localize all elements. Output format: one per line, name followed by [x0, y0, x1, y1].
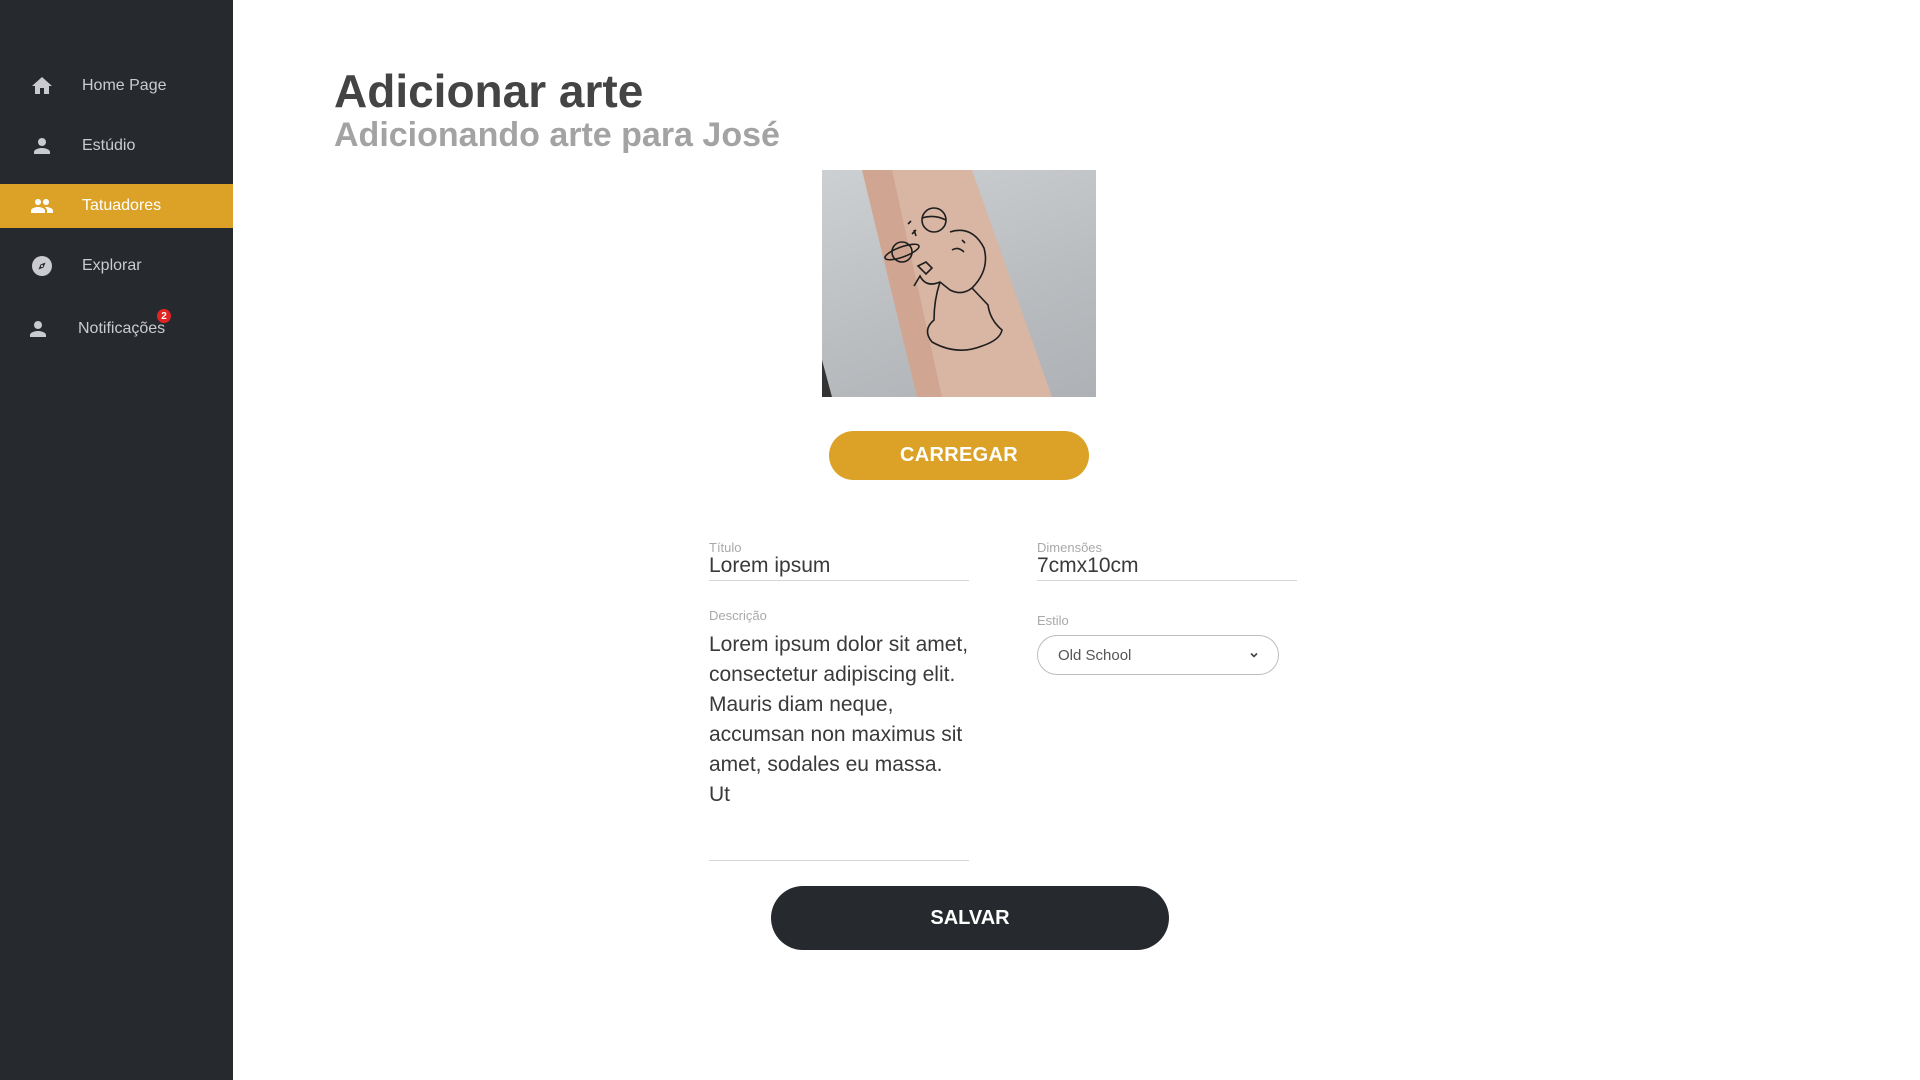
chevron-down-icon [1248, 648, 1260, 660]
titulo-input[interactable] [709, 552, 969, 581]
page-subtitle: Adicionando arte para José [334, 116, 780, 154]
person-icon [26, 317, 50, 341]
sidebar-item-home-page[interactable]: Home Page [0, 64, 233, 108]
compass-icon [30, 254, 54, 278]
dimensoes-input[interactable] [1037, 552, 1297, 581]
descricao-textarea[interactable]: Lorem ipsum dolor sit amet, consectetur … [709, 630, 969, 861]
sidebar-item-label: Estúdio [82, 137, 136, 154]
sidebar-item-notificacoes[interactable]: Notificações 2 [0, 304, 233, 348]
artwork-preview-image [822, 170, 1096, 397]
estilo-select[interactable]: Old School [1037, 635, 1279, 675]
home-icon [30, 74, 54, 98]
sidebar-item-estudio[interactable]: Estúdio [0, 124, 233, 168]
sidebar-nav: Home Page Estúdio Tatuadores Explorar No… [0, 64, 233, 364]
sidebar-item-label: Tatuadores [82, 197, 162, 214]
sidebar-item-explorar[interactable]: Explorar [0, 244, 233, 288]
estilo-selected-value: Old School [1058, 646, 1132, 664]
save-button[interactable]: SALVAR [771, 886, 1169, 950]
estilo-label: Estilo [1037, 613, 1069, 628]
sidebar-item-label: Home Page [82, 77, 167, 94]
sidebar: Home Page Estúdio Tatuadores Explorar No… [0, 0, 233, 1080]
upload-button[interactable]: CARREGAR [829, 431, 1089, 480]
descricao-label: Descrição [709, 608, 767, 623]
people-icon [30, 194, 54, 218]
notification-badge: 2 [157, 309, 171, 323]
sidebar-item-label: Notificações [78, 320, 166, 337]
sidebar-item-tatuadores[interactable]: Tatuadores [0, 184, 233, 228]
person-icon [30, 134, 54, 158]
page-title: Adicionar arte [334, 65, 644, 117]
sidebar-item-label: Explorar [82, 257, 142, 274]
